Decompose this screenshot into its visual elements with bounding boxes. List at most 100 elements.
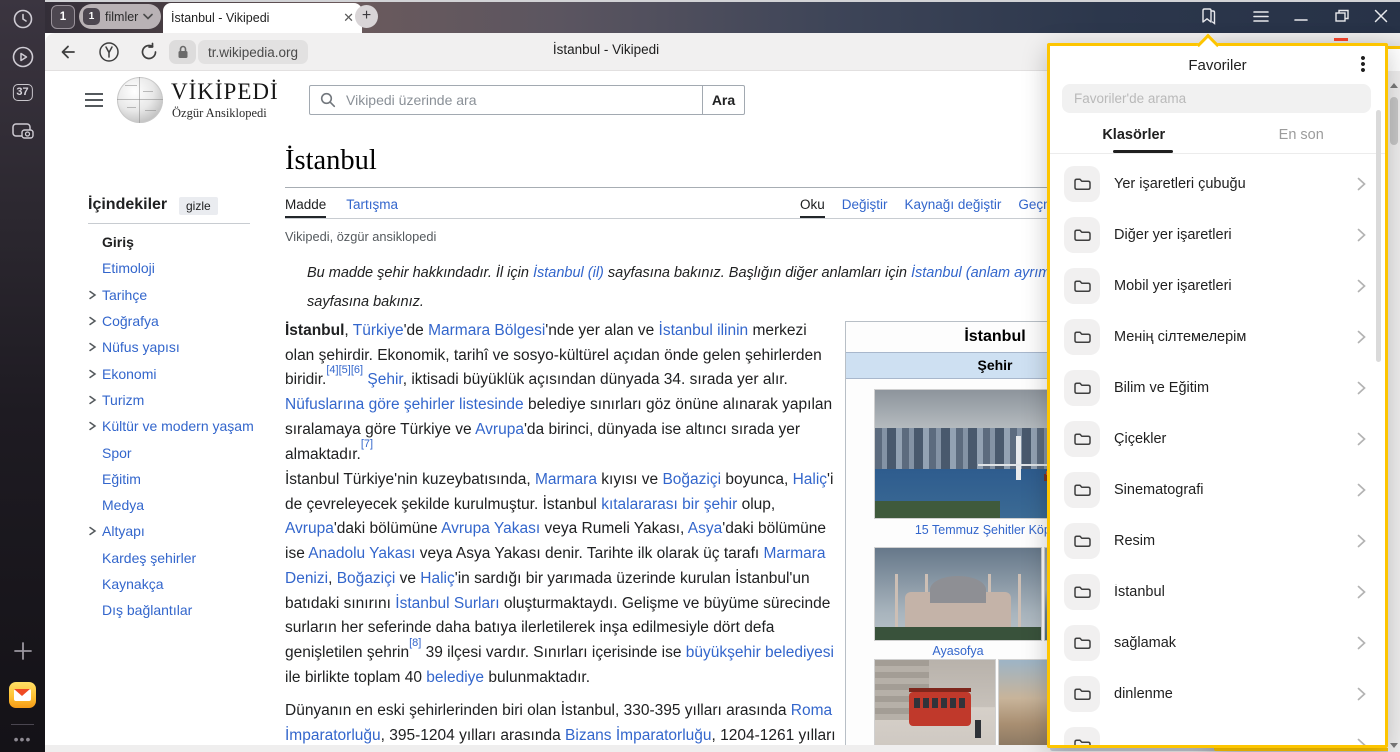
folder-item[interactable]: Diğer yer işaretleri: [1050, 209, 1385, 260]
infobox-image-tram[interactable]: [875, 660, 995, 745]
wiki-link[interactable]: Avrupa: [475, 421, 524, 438]
folder-item[interactable]: dinlenme: [1050, 668, 1385, 719]
active-tab[interactable]: W İstanbul - Vikipedi ✕: [163, 3, 362, 33]
close-window-icon[interactable]: [1370, 6, 1392, 26]
scroll-up-arrow[interactable]: [1390, 83, 1398, 88]
wiki-search-button[interactable]: Ara: [702, 85, 745, 115]
tab-recent[interactable]: En son: [1218, 127, 1386, 143]
page-tab[interactable]: Tartışma: [346, 197, 398, 219]
wiki-link[interactable]: İstanbul ilinin: [659, 322, 749, 339]
new-tab-button[interactable]: +: [355, 5, 378, 28]
play-circle-icon[interactable]: [11, 45, 35, 69]
toc-item[interactable]: Medya: [88, 492, 298, 518]
page-action-tab[interactable]: Kaynağı değiştir: [905, 197, 1002, 219]
toc-expand-arrow-icon[interactable]: [88, 395, 102, 405]
toc-item[interactable]: Altyapı: [88, 518, 298, 544]
vertical-scroll-thumb[interactable]: [1390, 97, 1398, 145]
toc-item[interactable]: Kardeş şehirler: [88, 545, 298, 571]
site-security-lock[interactable]: [169, 40, 196, 64]
wiki-link[interactable]: Avrupa: [285, 520, 334, 537]
toc-item[interactable]: Turizm: [88, 387, 298, 413]
wiki-search-input[interactable]: [344, 91, 702, 109]
add-panel-plus-icon[interactable]: [12, 640, 34, 662]
bookmarks-icon[interactable]: [1198, 6, 1220, 26]
wiki-link[interactable]: kıtalararası bir şehir: [601, 496, 737, 513]
minimize-icon[interactable]: [1290, 6, 1312, 26]
wiki-link[interactable]: Nüfuslarına göre şehirler listesinde: [285, 396, 524, 413]
folder-item[interactable]: Yer işaretleri çubuğu: [1050, 158, 1385, 209]
toc-expand-arrow-icon[interactable]: [88, 369, 102, 379]
toc-item[interactable]: Dış bağlantılar: [88, 597, 298, 623]
toc-expand-arrow-icon[interactable]: [88, 316, 102, 326]
yandex-y-icon[interactable]: [97, 40, 121, 64]
folder-item[interactable]: Resim: [1050, 515, 1385, 566]
wiki-link[interactable]: Anadolu Yakası: [308, 545, 415, 562]
history-clock-icon[interactable]: [12, 8, 34, 30]
restore-window-icon[interactable]: [1331, 6, 1353, 26]
counter-badge[interactable]: 37: [12, 84, 32, 101]
tab-group-pill[interactable]: 1 filmler: [79, 4, 161, 29]
folder-item[interactable]: Bilim ve Eğitim: [1050, 362, 1385, 413]
wikipedia-globe-logo[interactable]: [117, 77, 163, 123]
folder-item[interactable]: İstanbul: [1050, 566, 1385, 617]
kebab-menu-icon[interactable]: •••: [1355, 56, 1371, 74]
wiki-link[interactable]: Boğaziçi: [662, 471, 721, 488]
page-tab[interactable]: Madde: [285, 197, 326, 219]
tab-close-icon[interactable]: ✕: [343, 10, 354, 26]
wiki-link[interactable]: Avrupa Yakası: [441, 520, 540, 537]
more-dots-icon[interactable]: •••: [14, 731, 32, 747]
wiki-link[interactable]: Marmara: [535, 471, 597, 488]
wiki-link[interactable]: Marmara Bölgesi: [428, 322, 545, 339]
toc-item[interactable]: Eğitim: [88, 466, 298, 492]
toc-item[interactable]: Nüfus yapısı: [88, 334, 298, 360]
folder-item[interactable]: Sinematografi: [1050, 464, 1385, 515]
wiki-link[interactable]: büyükşehir belediyesi: [686, 644, 834, 661]
folder-item[interactable]: Çiçekler: [1050, 413, 1385, 464]
panel-scrollbar-thumb[interactable]: [1376, 110, 1381, 362]
tab-folders[interactable]: Klasörler: [1050, 127, 1218, 143]
wiki-link[interactable]: Şehir: [367, 371, 402, 388]
wiki-link[interactable]: İstanbul (anlam ayrımı): [911, 265, 1059, 281]
wiki-link[interactable]: Haliç: [793, 471, 827, 488]
wiki-link[interactable]: Türkiye: [353, 322, 404, 339]
toc-item[interactable]: Spor: [88, 439, 298, 465]
toc-expand-arrow-icon[interactable]: [88, 342, 102, 352]
wiki-link[interactable]: İstanbul Surları: [395, 595, 499, 612]
wiki-link[interactable]: belediye: [426, 669, 484, 686]
infobox-caption-ayasofya[interactable]: Ayasofya: [875, 644, 1041, 658]
toc-item[interactable]: Giriş: [88, 229, 298, 255]
tab-group-badge[interactable]: 1: [51, 5, 75, 29]
toc-item[interactable]: Coğrafya: [88, 308, 298, 334]
page-action-tab[interactable]: Oku: [800, 197, 825, 219]
screenshot-camera-icon[interactable]: [10, 119, 36, 143]
page-action-tab[interactable]: Değiştir: [842, 197, 888, 219]
folder-item[interactable]: sağlamak: [1050, 617, 1385, 668]
folder-item[interactable]: [1050, 719, 1385, 745]
yandex-mail-icon[interactable]: [9, 682, 36, 708]
toc-expand-arrow-icon[interactable]: [88, 526, 102, 536]
reference-link[interactable]: [7]: [361, 438, 373, 450]
wiki-menu-icon[interactable]: [85, 89, 103, 111]
back-arrow-icon[interactable]: [57, 40, 81, 64]
menu-icon[interactable]: [1250, 6, 1272, 26]
wiki-link[interactable]: İstanbul (il): [533, 265, 604, 281]
wiki-link[interactable]: Boğaziçi: [337, 570, 396, 587]
toc-expand-arrow-icon[interactable]: [88, 290, 102, 300]
reference-link[interactable]: [4][5][6]: [326, 364, 363, 376]
folder-item[interactable]: Менің сілтемелерім: [1050, 311, 1385, 362]
folder-item[interactable]: Mobil yer işaretleri: [1050, 260, 1385, 311]
reference-link[interactable]: [8]: [409, 637, 421, 649]
toc-item[interactable]: Kaynakça: [88, 571, 298, 597]
toc-item[interactable]: Ekonomi: [88, 360, 298, 386]
toc-hide-button[interactable]: gizle: [179, 197, 218, 215]
wiki-link[interactable]: Asya: [688, 520, 722, 537]
page-vertical-scrollbar[interactable]: [1388, 71, 1400, 752]
toc-expand-arrow-icon[interactable]: [88, 421, 102, 431]
scroll-down-arrow[interactable]: [1390, 743, 1398, 748]
toc-item[interactable]: Kültür ve modern yaşam: [88, 413, 298, 439]
infobox-image-ayasofya[interactable]: [875, 548, 1041, 640]
refresh-icon[interactable]: [137, 40, 161, 64]
wiki-link[interactable]: Haliç: [420, 570, 454, 587]
toc-item[interactable]: Etimoloji: [88, 255, 298, 281]
wiki-link[interactable]: Bizans İmparatorluğu: [565, 727, 711, 744]
